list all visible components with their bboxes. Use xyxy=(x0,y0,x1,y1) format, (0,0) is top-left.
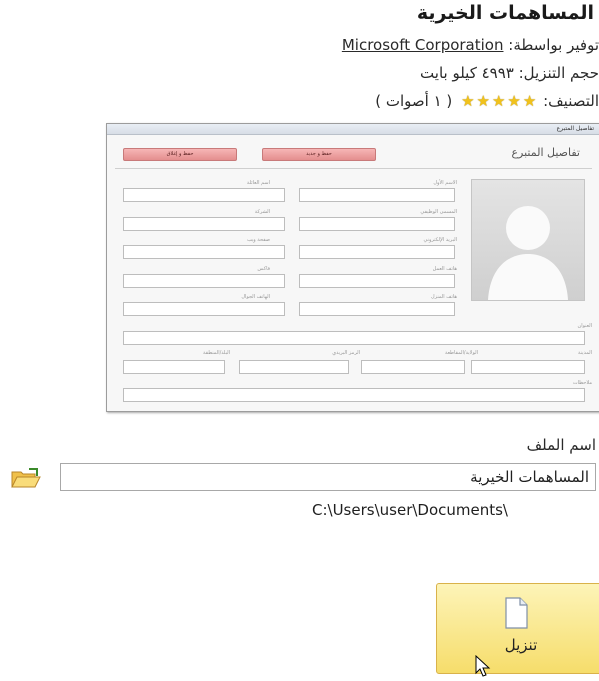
preview-field xyxy=(299,245,455,259)
preview-label: المسمى الوظيفي xyxy=(420,209,457,215)
preview-field xyxy=(123,302,285,316)
preview-label: العنوان xyxy=(577,323,592,329)
file-path: C:\Users\user\Documents\ xyxy=(312,501,508,519)
provider-line: توفير بواسطة: Microsoft Corporation xyxy=(342,36,599,54)
preview-label: الولاية/المقاطعة xyxy=(444,350,478,356)
preview-label: فاكس xyxy=(257,266,270,272)
template-preview: تفاصيل المتبرع حفظ و جديد حفظ و إغلاق تف… xyxy=(106,123,599,412)
preview-field xyxy=(123,217,285,231)
preview-field xyxy=(299,217,455,231)
file-name-label: اسم الملف xyxy=(526,436,596,454)
rating-stars-icon: ★★★★★ xyxy=(461,92,539,110)
preview-field xyxy=(123,188,285,202)
document-icon xyxy=(499,596,533,630)
preview-label: اسم العائلة xyxy=(246,180,270,186)
preview-divider xyxy=(115,168,592,169)
preview-label: البلد/المنطقة xyxy=(202,350,230,356)
preview-window-title: تفاصيل المتبرع xyxy=(107,124,599,135)
preview-field xyxy=(299,302,455,316)
provider-link[interactable]: Microsoft Corporation xyxy=(342,36,504,54)
file-name-input[interactable] xyxy=(60,463,596,491)
preview-field xyxy=(123,360,225,374)
template-title: المساهمات الخيرية xyxy=(416,2,594,24)
votes-count: ( ١ أصوات ) xyxy=(375,92,453,110)
download-size: حجم التنزيل: ٤٩٩٣ كيلو بايت xyxy=(420,64,599,82)
preview-label: صفحة ويب xyxy=(247,237,270,243)
preview-label: المدينة xyxy=(577,350,592,356)
preview-heading: تفاصيل المتبرع xyxy=(511,146,580,159)
preview-field xyxy=(123,274,285,288)
preview-field xyxy=(123,245,285,259)
provider-label: توفير بواسطة: xyxy=(508,36,599,54)
browse-folder-icon[interactable] xyxy=(11,467,41,489)
mouse-cursor-icon xyxy=(474,654,496,677)
preview-label: هاتف العمل xyxy=(432,266,457,272)
preview-field xyxy=(239,360,349,374)
preview-label: ملاحظات xyxy=(572,380,592,386)
preview-save-new-button: حفظ و جديد xyxy=(262,148,376,161)
preview-label: الرمز البريدي xyxy=(332,350,360,356)
preview-field xyxy=(123,331,585,345)
preview-avatar-icon xyxy=(471,179,585,301)
preview-field xyxy=(471,360,585,374)
preview-field xyxy=(299,188,455,202)
rating-label: التصنيف: xyxy=(543,92,599,110)
preview-field xyxy=(123,388,585,402)
preview-field xyxy=(361,360,465,374)
preview-label: الاسم الأول xyxy=(433,180,457,186)
download-button[interactable]: تنزيل xyxy=(436,583,599,674)
preview-save-close-button: حفظ و إغلاق xyxy=(123,148,237,161)
preview-label: الهاتف الجوال xyxy=(241,294,270,300)
download-label: تنزيل xyxy=(504,636,538,654)
preview-label: الشركة xyxy=(254,209,270,215)
preview-field xyxy=(299,274,455,288)
preview-label: هاتف المنزل xyxy=(430,294,457,300)
preview-label: البريد الإلكتروني xyxy=(423,237,457,243)
rating-line: التصنيف: ★★★★★ ( ١ أصوات ) xyxy=(375,92,599,110)
